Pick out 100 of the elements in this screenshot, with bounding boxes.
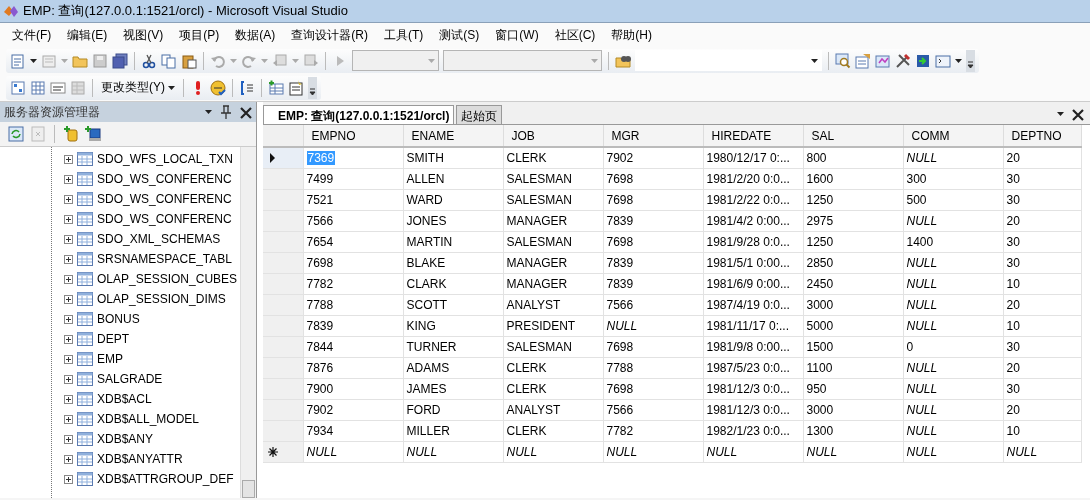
menu-item[interactable]: 视图(V) bbox=[115, 24, 172, 46]
tree-item[interactable]: OLAP_SESSION_DIMS bbox=[97, 292, 226, 306]
table-cell[interactable]: 7876 bbox=[306, 360, 334, 375]
expand-icon[interactable] bbox=[64, 434, 73, 444]
caret-icon[interactable] bbox=[30, 58, 37, 63]
table-cell[interactable]: CLERK bbox=[506, 150, 547, 165]
table-cell[interactable]: NULL bbox=[906, 444, 938, 459]
expand-icon[interactable] bbox=[64, 254, 73, 264]
properties-icon[interactable] bbox=[855, 52, 871, 69]
table-cell[interactable]: 7839 bbox=[606, 276, 634, 291]
table-cell[interactable]: 7788 bbox=[606, 360, 634, 375]
table-cell[interactable]: 1600 bbox=[806, 171, 834, 186]
table-cell[interactable]: 7902 bbox=[306, 402, 334, 417]
table-cell[interactable]: 2975 bbox=[806, 213, 834, 228]
column-header[interactable]: SAL bbox=[803, 125, 903, 147]
table-cell[interactable]: 1987/5/23 0:0... bbox=[706, 360, 790, 375]
diagram-pane-icon[interactable] bbox=[10, 79, 26, 96]
table-cell[interactable]: 1981/9/28 0:0... bbox=[706, 234, 790, 249]
table-cell[interactable]: 2450 bbox=[806, 276, 834, 291]
toolbar-overflow-icon[interactable] bbox=[308, 76, 317, 99]
save-all-icon[interactable] bbox=[112, 52, 128, 69]
expand-icon[interactable] bbox=[64, 414, 73, 424]
table-cell[interactable]: NULL bbox=[306, 444, 338, 459]
expand-icon[interactable] bbox=[64, 234, 73, 244]
menu-item[interactable]: 工具(T) bbox=[376, 24, 432, 46]
menu-item[interactable]: 文件(F) bbox=[4, 24, 60, 46]
table-cell[interactable]: 1981/5/1 0:00... bbox=[706, 255, 790, 270]
table-cell[interactable]: 1982/1/23 0:0... bbox=[706, 423, 790, 438]
table-cell[interactable]: SALESMAN bbox=[506, 339, 572, 354]
table-cell[interactable]: 1981/9/8 0:00... bbox=[706, 339, 790, 354]
table-cell[interactable]: 7566 bbox=[306, 213, 334, 228]
table-cell[interactable]: 10 bbox=[1006, 276, 1020, 291]
table-cell[interactable]: 20 bbox=[1006, 402, 1020, 417]
table-cell[interactable]: SMITH bbox=[406, 150, 444, 165]
table-cell[interactable]: MARTIN bbox=[406, 234, 453, 249]
table-cell[interactable]: 7934 bbox=[306, 423, 334, 438]
expand-icon[interactable] bbox=[64, 354, 73, 364]
table-cell[interactable]: NULL bbox=[906, 318, 938, 333]
navigate-forward-icon[interactable] bbox=[303, 52, 319, 69]
table-cell[interactable]: MANAGER bbox=[506, 255, 568, 270]
table-cell[interactable]: 1981/11/17 0:... bbox=[706, 318, 789, 333]
table-cell[interactable]: 30 bbox=[1006, 192, 1020, 207]
table-cell[interactable]: 1980/12/17 0:... bbox=[706, 150, 790, 165]
paste-icon[interactable] bbox=[181, 52, 197, 69]
tools-icon[interactable] bbox=[895, 52, 911, 69]
table-cell[interactable]: 7698 bbox=[306, 255, 334, 270]
table-cell[interactable]: 300 bbox=[906, 171, 927, 186]
expand-icon[interactable] bbox=[64, 374, 73, 384]
table-cell[interactable]: BLAKE bbox=[406, 255, 446, 270]
tree-item[interactable]: SDO_XML_SCHEMAS bbox=[97, 232, 221, 246]
row-header[interactable] bbox=[263, 147, 303, 168]
table-cell[interactable]: ANALYST bbox=[506, 297, 561, 312]
menu-item[interactable]: 查询设计器(R) bbox=[283, 24, 376, 46]
table-cell[interactable]: KING bbox=[406, 318, 436, 333]
table-cell[interactable]: NULL bbox=[1006, 444, 1038, 459]
table-cell[interactable]: WARD bbox=[406, 192, 443, 207]
table-cell[interactable]: 1981/12/3 0:0... bbox=[706, 402, 790, 417]
add-table-icon[interactable] bbox=[268, 79, 284, 96]
tree-item[interactable]: XDB$ATTRGROUP_DEF bbox=[97, 472, 234, 486]
tree-item[interactable]: SDO_WFS_LOCAL_TXN bbox=[97, 152, 234, 166]
sql-pane-icon[interactable] bbox=[50, 79, 66, 96]
table-cell[interactable]: 7698 bbox=[606, 171, 634, 186]
verify-sql-icon[interactable] bbox=[210, 79, 226, 96]
table-cell[interactable]: NULL bbox=[906, 423, 938, 438]
table-cell[interactable]: TURNER bbox=[406, 339, 457, 354]
table-cell[interactable]: 1100 bbox=[806, 360, 833, 375]
object-browser-icon[interactable] bbox=[835, 52, 851, 69]
table-cell[interactable]: MANAGER bbox=[506, 276, 568, 291]
table-cell[interactable]: 800 bbox=[806, 150, 827, 165]
expand-icon[interactable] bbox=[64, 174, 73, 184]
table-cell[interactable]: 10 bbox=[1006, 318, 1020, 333]
table-cell[interactable]: 20 bbox=[1006, 150, 1020, 165]
table-cell[interactable]: 1400 bbox=[906, 234, 934, 249]
table-cell[interactable]: CLARK bbox=[406, 276, 447, 291]
table-cell[interactable]: 2850 bbox=[806, 255, 834, 270]
add-connection-icon[interactable] bbox=[63, 126, 79, 142]
caret-icon[interactable] bbox=[205, 110, 212, 114]
table-cell[interactable]: 1300 bbox=[806, 423, 834, 438]
close-icon[interactable] bbox=[1070, 107, 1084, 121]
caret-icon[interactable] bbox=[955, 58, 962, 63]
table-cell[interactable]: 1981/6/9 0:00... bbox=[706, 276, 790, 291]
add-server-icon[interactable] bbox=[85, 126, 101, 142]
table-cell[interactable]: PRESIDENT bbox=[506, 318, 576, 333]
table-cell[interactable]: 7839 bbox=[606, 213, 634, 228]
table-cell[interactable]: 1250 bbox=[806, 234, 834, 249]
table-cell[interactable]: NULL bbox=[906, 297, 938, 312]
table-cell[interactable]: NULL bbox=[606, 444, 638, 459]
criteria-pane-icon[interactable] bbox=[30, 79, 46, 96]
tree-item[interactable]: EMP bbox=[97, 352, 123, 366]
column-header[interactable]: EMPNO bbox=[303, 125, 403, 147]
table-cell[interactable]: 7654 bbox=[306, 234, 334, 249]
table-cell[interactable]: JONES bbox=[406, 213, 447, 228]
table-cell[interactable]: NULL bbox=[406, 444, 438, 459]
table-cell[interactable]: CLERK bbox=[506, 423, 547, 438]
table-cell[interactable]: SALESMAN bbox=[506, 234, 572, 249]
table-cell[interactable]: 7839 bbox=[606, 255, 634, 270]
table-cell[interactable]: 10 bbox=[1006, 423, 1020, 438]
table-cell[interactable]: 7900 bbox=[306, 381, 334, 396]
table-cell[interactable]: SCOTT bbox=[406, 297, 448, 312]
table-cell[interactable]: NULL bbox=[906, 381, 938, 396]
